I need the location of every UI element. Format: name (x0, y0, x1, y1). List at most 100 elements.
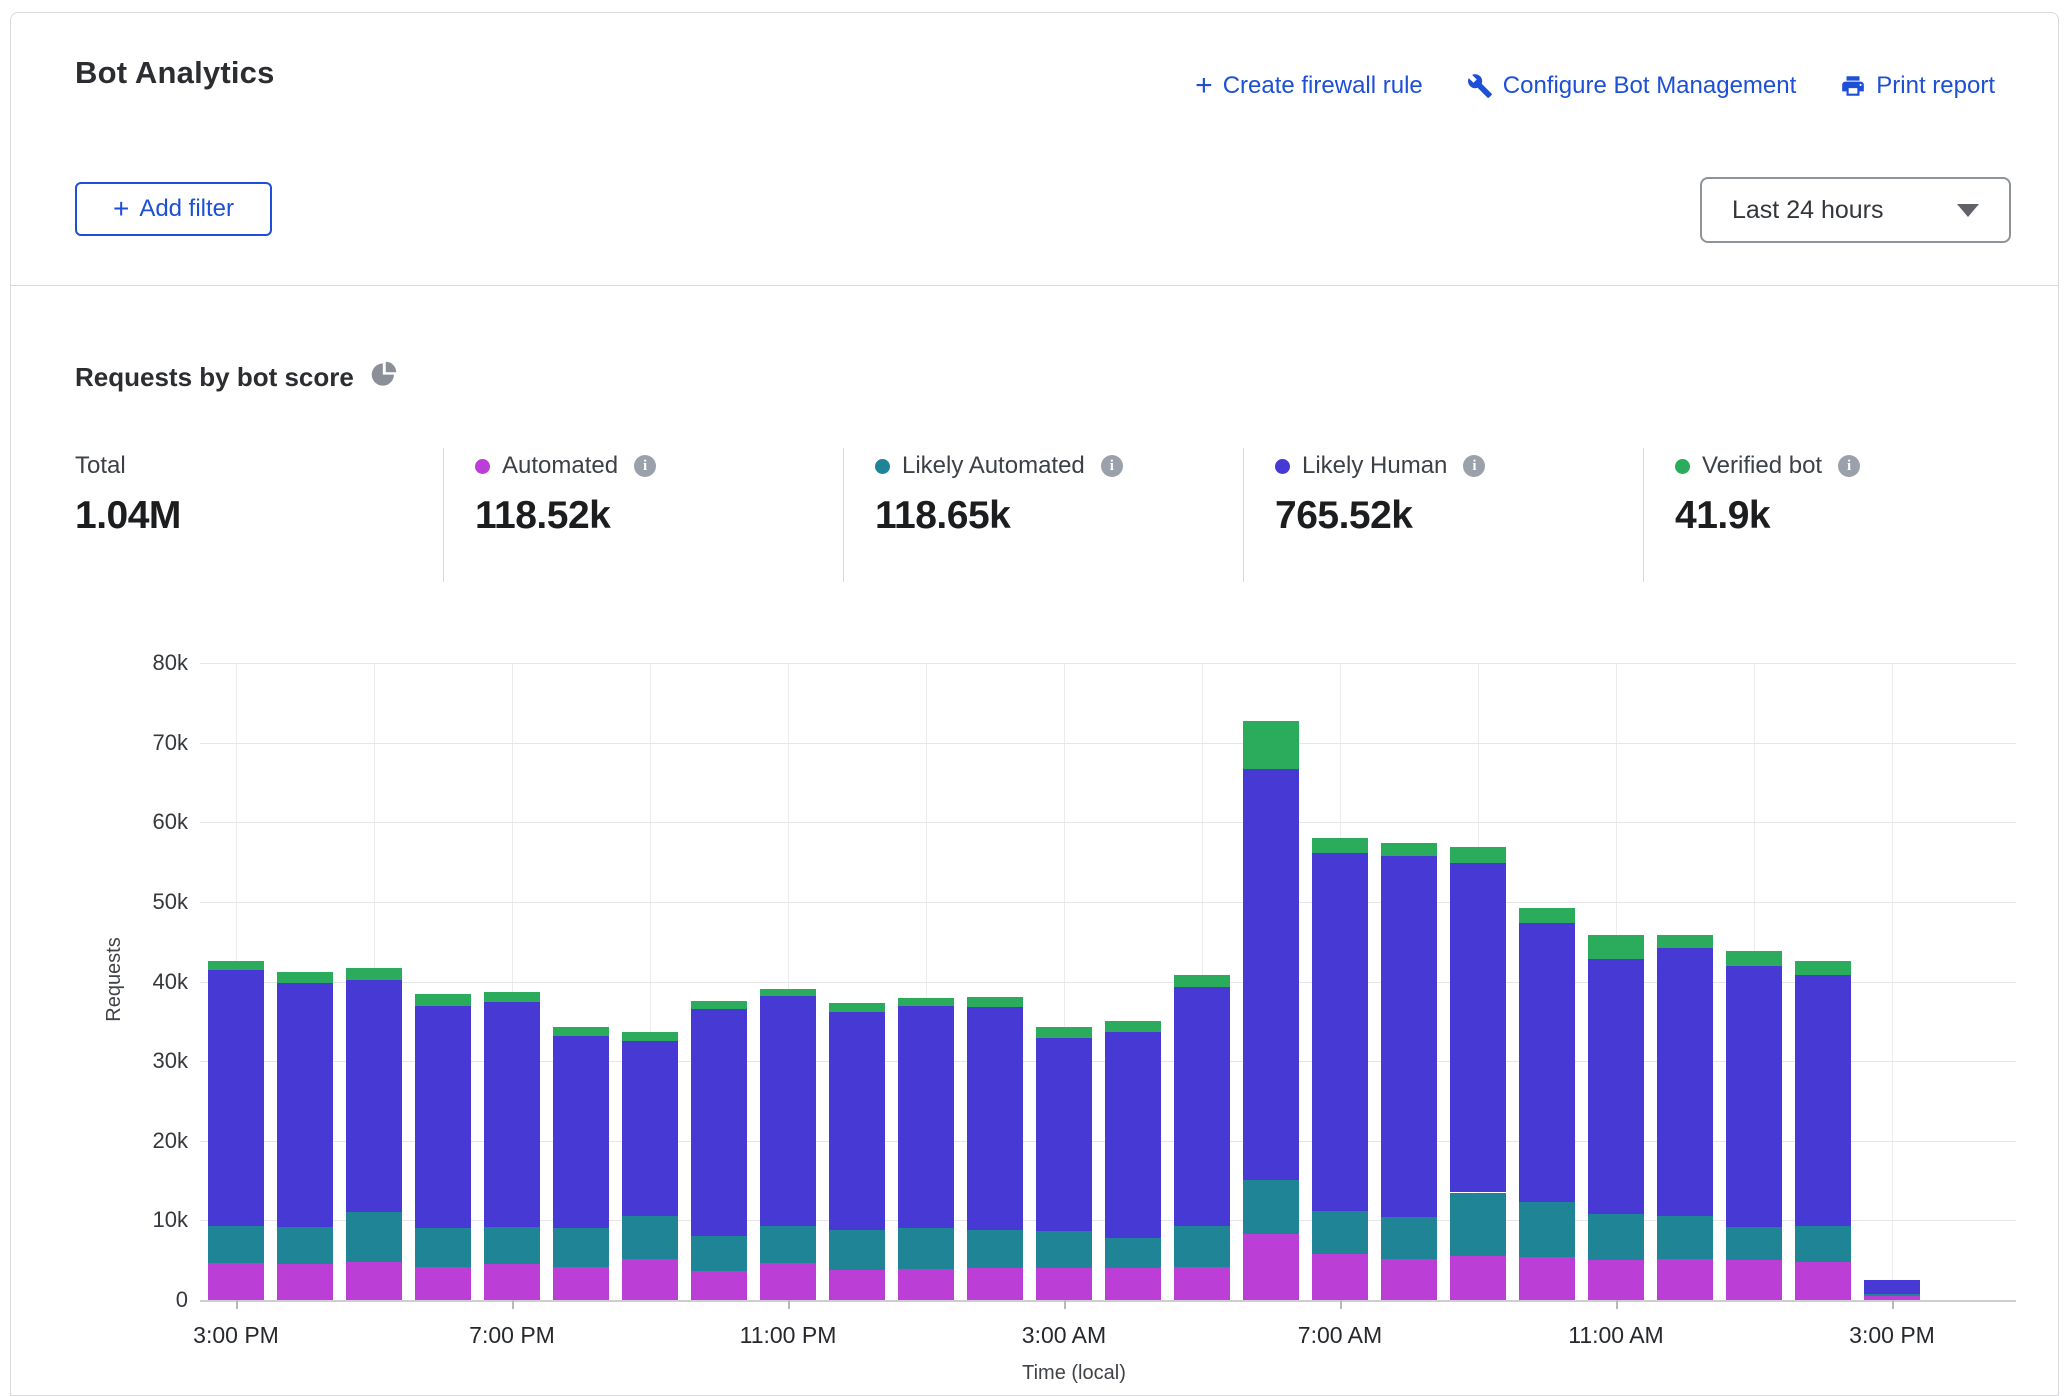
bar-segment[interactable] (691, 1236, 747, 1271)
bar-segment[interactable] (1795, 961, 1851, 975)
bar-segment[interactable] (829, 1230, 885, 1270)
bar-segment[interactable] (1657, 1216, 1713, 1259)
bar-segment[interactable] (1450, 1193, 1506, 1257)
bar-segment[interactable] (622, 1216, 678, 1258)
bar-segment[interactable] (1105, 1021, 1161, 1032)
bar-segment[interactable] (622, 1032, 678, 1041)
bar-segment[interactable] (415, 1228, 471, 1266)
bar-segment[interactable] (829, 1270, 885, 1300)
bar-segment[interactable] (898, 1228, 954, 1269)
bar-segment[interactable] (484, 992, 540, 1002)
bar-segment[interactable] (1381, 1259, 1437, 1300)
bar-segment[interactable] (1588, 959, 1644, 1214)
bar-segment[interactable] (691, 1271, 747, 1300)
bar-segment[interactable] (1864, 1296, 1920, 1300)
bar-segment[interactable] (1036, 1268, 1092, 1300)
bar-segment[interactable] (1726, 1260, 1782, 1300)
bar-segment[interactable] (1450, 1256, 1506, 1300)
bar-segment[interactable] (1243, 1234, 1299, 1300)
bar-segment[interactable] (1795, 1262, 1851, 1300)
bar-segment[interactable] (1726, 951, 1782, 966)
bar-segment[interactable] (208, 1226, 264, 1263)
bar-segment[interactable] (967, 1007, 1023, 1230)
add-filter-button[interactable]: + Add filter (75, 182, 272, 236)
bar-segment[interactable] (1381, 1217, 1437, 1258)
bar-segment[interactable] (1105, 1268, 1161, 1300)
bar-segment[interactable] (1312, 838, 1368, 853)
bar-segment[interactable] (829, 1003, 885, 1012)
bar-segment[interactable] (484, 1264, 540, 1300)
bar-segment[interactable] (622, 1259, 678, 1300)
print-report-link[interactable]: Print report (1840, 72, 1995, 100)
bar-segment[interactable] (1312, 1211, 1368, 1254)
bar-segment[interactable] (760, 989, 816, 996)
bar-segment[interactable] (277, 1264, 333, 1300)
bar-segment[interactable] (691, 1001, 747, 1009)
bar-segment[interactable] (1519, 1202, 1575, 1257)
bar-segment[interactable] (1174, 1226, 1230, 1267)
bar-segment[interactable] (277, 1227, 333, 1264)
time-range-select[interactable]: Last 24 hours (1700, 177, 2011, 243)
bar-segment[interactable] (898, 1006, 954, 1228)
bar-segment[interactable] (1588, 1260, 1644, 1300)
bar-segment[interactable] (553, 1228, 609, 1267)
bar-segment[interactable] (346, 980, 402, 1213)
bar-segment[interactable] (1174, 1267, 1230, 1300)
bar-segment[interactable] (1036, 1027, 1092, 1038)
bar-segment[interactable] (1036, 1231, 1092, 1268)
bar-segment[interactable] (1726, 1227, 1782, 1260)
bar-segment[interactable] (1519, 923, 1575, 1202)
bar-segment[interactable] (484, 1227, 540, 1264)
bar-segment[interactable] (484, 1002, 540, 1227)
create-firewall-rule-link[interactable]: + Create firewall rule (1195, 72, 1423, 100)
bar-segment[interactable] (1312, 1254, 1368, 1300)
bar-segment[interactable] (1381, 843, 1437, 857)
bar-segment[interactable] (415, 994, 471, 1006)
bar-segment[interactable] (760, 1263, 816, 1300)
bar-segment[interactable] (967, 1230, 1023, 1268)
bar-segment[interactable] (760, 996, 816, 1226)
bar-segment[interactable] (760, 1226, 816, 1263)
bar-segment[interactable] (1450, 863, 1506, 1193)
info-icon[interactable]: i (1101, 455, 1123, 477)
bar-segment[interactable] (415, 1006, 471, 1228)
bar-segment[interactable] (208, 1263, 264, 1300)
bar-segment[interactable] (1243, 1180, 1299, 1234)
bar-segment[interactable] (691, 1009, 747, 1237)
bar-segment[interactable] (622, 1041, 678, 1216)
bar-segment[interactable] (1174, 987, 1230, 1226)
bar-segment[interactable] (1519, 1257, 1575, 1300)
bar-segment[interactable] (346, 1262, 402, 1300)
bar-segment[interactable] (208, 970, 264, 1226)
bar-segment[interactable] (1864, 1294, 1920, 1296)
bar-segment[interactable] (1519, 908, 1575, 923)
bar-segment[interactable] (553, 1036, 609, 1229)
bar-segment[interactable] (1726, 966, 1782, 1226)
bar-segment[interactable] (277, 972, 333, 983)
bar-segment[interactable] (553, 1027, 609, 1036)
bar-segment[interactable] (1795, 975, 1851, 1226)
bar-segment[interactable] (1174, 975, 1230, 987)
bar-segment[interactable] (277, 983, 333, 1227)
bar-segment[interactable] (346, 968, 402, 980)
configure-bot-management-link[interactable]: Configure Bot Management (1467, 72, 1797, 100)
bar-segment[interactable] (1450, 847, 1506, 863)
bar-segment[interactable] (1036, 1038, 1092, 1231)
bar-segment[interactable] (1657, 935, 1713, 949)
bar-segment[interactable] (1588, 1214, 1644, 1260)
bar-segment[interactable] (1657, 948, 1713, 1216)
bar-segment[interactable] (553, 1267, 609, 1300)
bar-segment[interactable] (1588, 935, 1644, 959)
bar-segment[interactable] (1105, 1238, 1161, 1268)
bar-segment[interactable] (346, 1212, 402, 1261)
bar-segment[interactable] (898, 998, 954, 1006)
bar-segment[interactable] (1864, 1280, 1920, 1294)
info-icon[interactable]: i (634, 455, 656, 477)
bar-segment[interactable] (1105, 1032, 1161, 1237)
bar-segment[interactable] (1243, 721, 1299, 769)
bar-segment[interactable] (898, 1269, 954, 1300)
bar-segment[interactable] (1381, 856, 1437, 1217)
bar-segment[interactable] (967, 997, 1023, 1007)
bar-segment[interactable] (208, 961, 264, 971)
info-icon[interactable]: i (1463, 455, 1485, 477)
